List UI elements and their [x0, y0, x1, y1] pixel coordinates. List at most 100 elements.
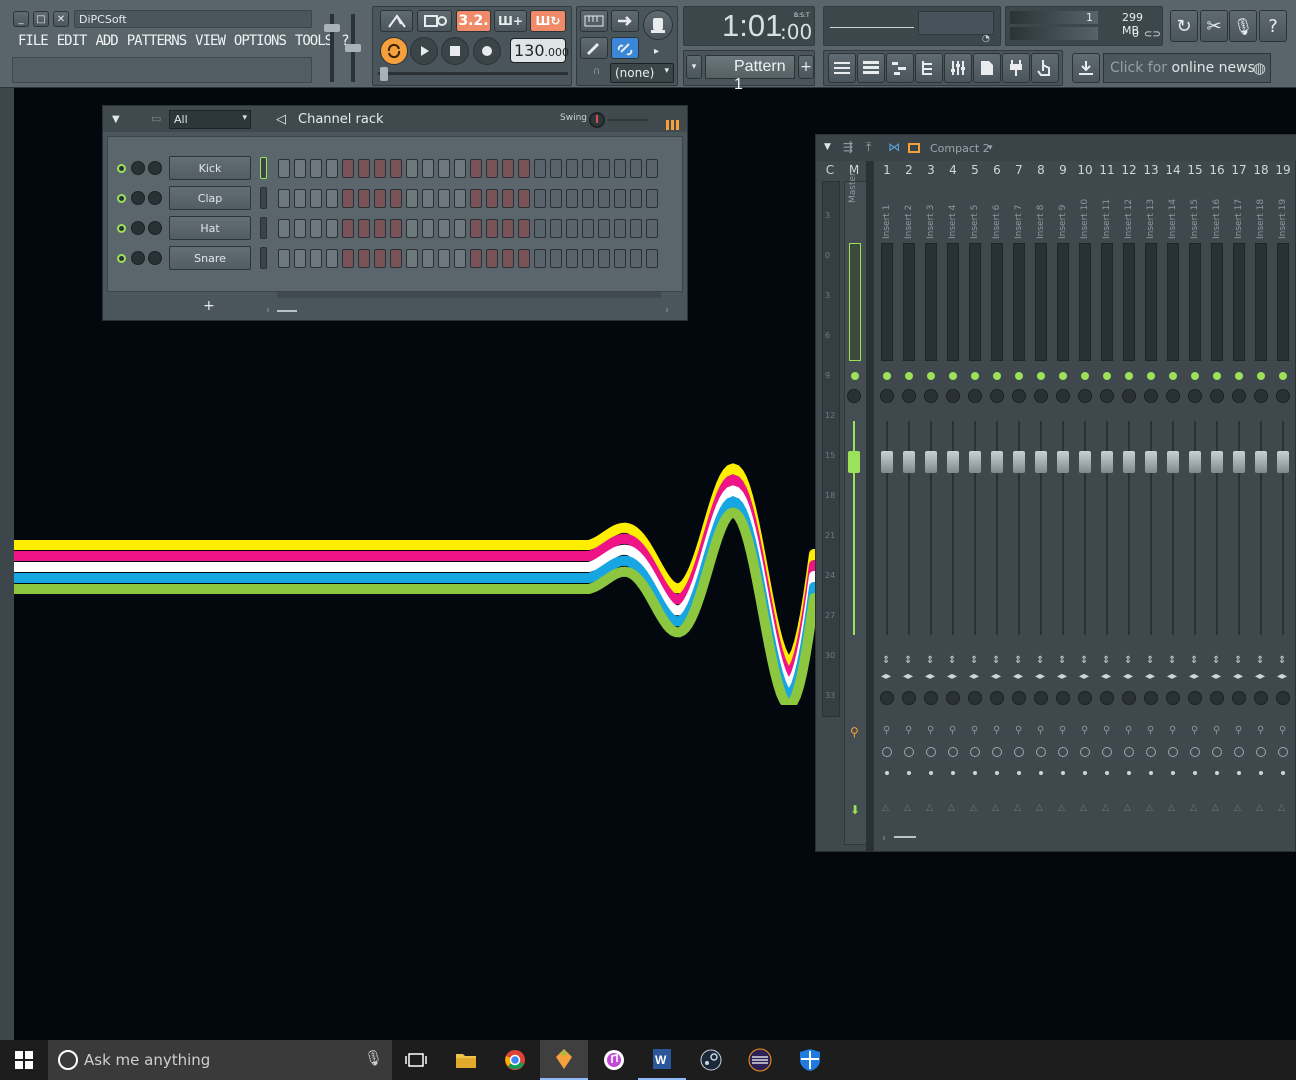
- master-pan-knob[interactable]: [847, 389, 861, 403]
- channel-name-button[interactable]: Kick: [169, 156, 251, 180]
- fl-studio-taskbar-button[interactable]: [540, 1040, 588, 1080]
- channel-select-indicator[interactable]: [260, 217, 267, 239]
- mixer-swap-icon[interactable]: ◂▸: [1013, 671, 1023, 682]
- mixer-track-number[interactable]: 12: [1118, 163, 1140, 177]
- mixer-clock-icon[interactable]: [1014, 747, 1024, 757]
- mixer-fx-icon[interactable]: ⚲: [971, 725, 978, 736]
- chrome-button[interactable]: [491, 1040, 539, 1080]
- mixer-fx-icon[interactable]: ⚲: [1059, 725, 1066, 736]
- chevron-down-icon[interactable]: ▾: [988, 143, 993, 153]
- rack-menu-arrow-icon[interactable]: ▼: [112, 114, 120, 125]
- defender-button[interactable]: [786, 1040, 834, 1080]
- mixer-pan-knob[interactable]: [1012, 389, 1026, 403]
- mixer-pan-knob[interactable]: [1188, 389, 1202, 403]
- step-button[interactable]: [598, 249, 610, 268]
- record-audio-button[interactable]: 🎙: [1229, 10, 1257, 42]
- step-button[interactable]: [406, 159, 418, 178]
- play-button[interactable]: [410, 37, 438, 65]
- mixer-send-triangle-icon[interactable]: △: [1168, 803, 1175, 813]
- mixer-pan-knob[interactable]: [1078, 389, 1092, 403]
- rack-scrollbar[interactable]: [277, 292, 661, 298]
- channel-volume-knob[interactable]: [148, 221, 162, 235]
- mixer-send-knob[interactable]: [1210, 691, 1224, 705]
- cortana-search-box[interactable]: Ask me anything 🎙: [48, 1040, 392, 1080]
- file-explorer-button[interactable]: [442, 1040, 490, 1080]
- mixer-volume-fader[interactable]: [903, 451, 915, 473]
- step-button[interactable]: [486, 189, 498, 208]
- mixer-track-number[interactable]: 1: [876, 163, 898, 177]
- mixer-send-knob[interactable]: [1078, 691, 1092, 705]
- mixer-stereo-separation-icon[interactable]: ⇕: [1278, 655, 1286, 666]
- mixer-enable-led[interactable]: [1125, 372, 1133, 380]
- mixer-stereo-separation-icon[interactable]: ⇕: [926, 655, 934, 666]
- add-pattern-button[interactable]: +: [798, 55, 814, 79]
- master-send-arrow-icon[interactable]: ⬇: [850, 803, 860, 817]
- mixer-track-number[interactable]: 15: [1184, 163, 1206, 177]
- refresh-button[interactable]: ↻: [1170, 10, 1198, 42]
- pin-icon[interactable]: ⤒: [866, 140, 871, 155]
- step-button[interactable]: [646, 219, 658, 238]
- channel-pan-knob[interactable]: [131, 221, 145, 235]
- step-button[interactable]: [630, 159, 642, 178]
- mixer-clock-icon[interactable]: [1278, 747, 1288, 757]
- mixer-fx-icon[interactable]: ⚲: [1213, 725, 1220, 736]
- mixer-fx-icon[interactable]: ⚲: [927, 725, 934, 736]
- mixer-send-triangle-icon[interactable]: △: [904, 803, 911, 813]
- menu-add[interactable]: ADD: [95, 33, 118, 49]
- mixer-volume-fader[interactable]: [1255, 451, 1267, 473]
- mixer-pan-knob[interactable]: [1056, 389, 1070, 403]
- step-button[interactable]: [566, 159, 578, 178]
- mixer-swap-icon[interactable]: ◂▸: [947, 671, 957, 682]
- mixer-track-number[interactable]: 5: [964, 163, 986, 177]
- browser-button[interactable]: [915, 53, 943, 83]
- mixer-send-triangle-icon[interactable]: △: [970, 803, 977, 813]
- step-button[interactable]: [326, 159, 338, 178]
- mixer-swap-icon[interactable]: ◂▸: [1189, 671, 1199, 682]
- wait-for-input-button[interactable]: [417, 10, 452, 32]
- mixer-send-triangle-icon[interactable]: △: [1014, 803, 1021, 813]
- mixer-stereo-separation-icon[interactable]: ⇕: [1058, 655, 1066, 666]
- mixer-clock-icon[interactable]: [1234, 747, 1244, 757]
- mixer-swap-icon[interactable]: ◂▸: [925, 671, 935, 682]
- online-news-panel[interactable]: Click for online news ◍: [1103, 53, 1271, 83]
- metronome-button[interactable]: [380, 10, 413, 32]
- stop-button[interactable]: [441, 37, 469, 65]
- mixer-volume-fader[interactable]: [1079, 451, 1091, 473]
- step-button[interactable]: [566, 249, 578, 268]
- step-button[interactable]: [342, 189, 354, 208]
- mixer-pan-knob[interactable]: [1100, 389, 1114, 403]
- step-button[interactable]: [278, 159, 290, 178]
- start-button[interactable]: [0, 1040, 48, 1080]
- mixer-enable-led[interactable]: [1191, 372, 1199, 380]
- step-button[interactable]: [422, 249, 434, 268]
- mixer-route-dot[interactable]: [1237, 771, 1241, 775]
- mixer-send-triangle-icon[interactable]: △: [1146, 803, 1153, 813]
- mixer-send-triangle-icon[interactable]: △: [1058, 803, 1065, 813]
- mixer-stereo-separation-icon[interactable]: ⇕: [1212, 655, 1220, 666]
- scroll-left-icon[interactable]: ‹: [266, 305, 270, 316]
- mixer-track-number[interactable]: 19: [1272, 163, 1294, 177]
- menu-view[interactable]: VIEW: [195, 33, 226, 49]
- mixer-route-dot[interactable]: [951, 771, 955, 775]
- mixer-swap-icon[interactable]: ◂▸: [1123, 671, 1133, 682]
- mixer-volume-fader[interactable]: [1035, 451, 1047, 473]
- step-button[interactable]: [614, 219, 626, 238]
- mixer-route-dot[interactable]: [1215, 771, 1219, 775]
- mixer-fx-icon[interactable]: ⚲: [1235, 725, 1242, 736]
- channel-volume-knob[interactable]: [148, 161, 162, 175]
- step-button[interactable]: [390, 249, 402, 268]
- mixer-track-number[interactable]: 7: [1008, 163, 1030, 177]
- mixer-clock-icon[interactable]: [904, 747, 914, 757]
- time-display[interactable]: 1:01 :00 B:S:T: [683, 6, 815, 46]
- tempo-display[interactable]: 130.000: [510, 38, 569, 63]
- mixer-route-dot[interactable]: [1259, 771, 1263, 775]
- mixer-enable-led[interactable]: [1235, 372, 1243, 380]
- step-button[interactable]: [454, 189, 466, 208]
- mixer-stereo-separation-icon[interactable]: ⇕: [1080, 655, 1088, 666]
- mixer-pan-knob[interactable]: [1122, 389, 1136, 403]
- mixer-volume-fader[interactable]: [969, 451, 981, 473]
- step-button[interactable]: [406, 219, 418, 238]
- mixer-swap-icon[interactable]: ◂▸: [881, 671, 891, 682]
- master-pitch-slider[interactable]: [345, 44, 361, 52]
- channel-name-button[interactable]: Clap: [169, 186, 251, 210]
